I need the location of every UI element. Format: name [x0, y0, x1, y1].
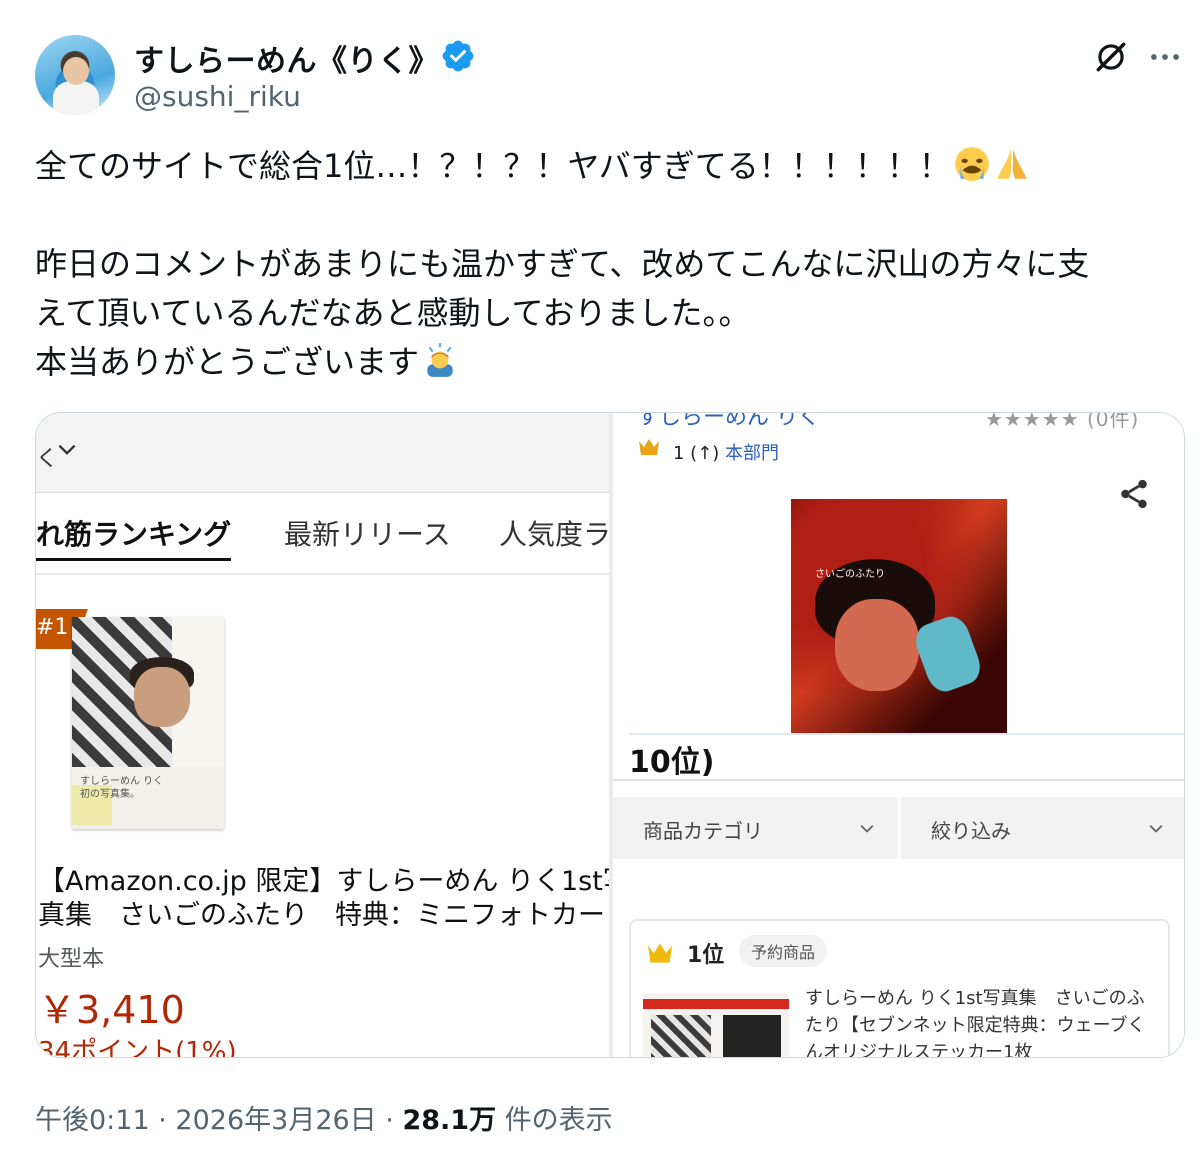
- rank-heading: 10位): [629, 733, 1184, 780]
- tab-bestsellers[interactable]: れ筋ランキング: [36, 513, 232, 561]
- chevron-down-icon: [860, 825, 874, 833]
- book-cover-image[interactable]: さいごのふたり: [791, 499, 1007, 733]
- preorder-badge: 予約商品: [739, 935, 828, 967]
- views-count: 28.1万: [402, 1105, 497, 1136]
- rank-badge-text: #1: [36, 615, 69, 640]
- media-image-amazon[interactable]: く れ筋ランキング 最新リリース 人気度ラ #1 すしらーめん りく 初の写真集…: [36, 413, 609, 1058]
- tweet: すしらーめん《りく》 @sushi_riku 全てのサイトで総合1位…！？！？！…: [0, 0, 1200, 1154]
- thumbnail-book-1: [651, 1015, 711, 1057]
- handle[interactable]: @sushi_riku: [134, 80, 301, 113]
- avatar-body-shape: [53, 81, 99, 115]
- bowing-person-emoji: [427, 343, 453, 377]
- amazon-top-bar: く: [36, 413, 609, 493]
- rank-line: 1 (↑) 本部門: [673, 439, 779, 465]
- views-label: 件の表示: [504, 1105, 613, 1136]
- post-date[interactable]: 2026年3月26日: [175, 1105, 376, 1136]
- top-fragment-text: すしらーめん りく: [637, 413, 820, 430]
- tab-new-releases[interactable]: 最新リリース: [284, 513, 451, 553]
- folded-hands-emoji: [996, 149, 1027, 179]
- item-rank: 1位: [687, 943, 725, 968]
- cover-text: すしらーめん りく 初の写真集。: [80, 776, 164, 800]
- divider: [36, 573, 609, 575]
- thumbnail-banner: [643, 999, 789, 1009]
- rank-line-link[interactable]: 本部門: [725, 443, 779, 464]
- product-title-line-2: 真集 さいごのふたり 特典：ミニフォトカード付: [38, 900, 609, 931]
- media-image-7net[interactable]: すしらーめん りく ★★★★★ (0件) 1 (↑) 本部門 さいごのふたり 1…: [613, 413, 1184, 1057]
- cover-face-shape: [835, 599, 919, 691]
- tweet-line-4-text: 本当ありがとうございます: [35, 343, 420, 381]
- crown-icon: [639, 439, 659, 455]
- refine-filter-dropdown[interactable]: 絞り込み: [901, 797, 1184, 859]
- cover-title: さいごのふたり: [815, 569, 885, 580]
- product-price: ￥3,410: [38, 988, 185, 1032]
- ranking-item-card[interactable]: 1位 予約商品 すしらーめん りく1st写真集 さいごのふたり【セブンネット限定…: [629, 919, 1170, 1057]
- tweet-line-4: 本当ありがとうございます: [35, 338, 1180, 387]
- separator: ·: [385, 1105, 394, 1136]
- tweet-line-1: 全てのサイトで総合1位…！？！？！ヤバすぎてる！！！！！！: [35, 142, 1180, 191]
- cover-photo: [72, 617, 224, 767]
- tweet-line-2: 昨日のコメントがあまりにも温かすぎて、改めてこんなに沢山の方々に支: [35, 245, 1090, 283]
- avatar-face-shape: [63, 57, 89, 85]
- category-filter-label: 商品カテゴリ: [643, 819, 763, 843]
- crying-face-emoji: [954, 147, 989, 181]
- tab-popularity[interactable]: 人気度ラ: [499, 513, 609, 553]
- post-time[interactable]: 午後0:11: [35, 1105, 150, 1136]
- chevron-down-icon: [58, 444, 76, 455]
- divider: [613, 779, 1184, 781]
- refine-filter-label: 絞り込み: [931, 819, 1011, 843]
- item-thumbnail[interactable]: [643, 993, 789, 1057]
- tweet-line-1-text: 全てのサイトで総合1位…！？！？！ヤバすぎてる！！！！！！: [35, 147, 951, 185]
- cover-head-shape: [134, 667, 190, 727]
- thumbnail-book-2: [723, 1015, 781, 1057]
- product-format: 大型本: [38, 947, 105, 972]
- tweet-meta: 午後0:11 · 2026年3月26日 · 28.1万 件の表示: [35, 1098, 613, 1137]
- crown-icon: [648, 943, 672, 963]
- product-title-line-1: 【Amazon.co.jp 限定】すしらーめん りく1st写: [38, 866, 609, 897]
- media-card[interactable]: く れ筋ランキング 最新リリース 人気度ラ #1 すしらーめん りく 初の写真集…: [35, 412, 1185, 1058]
- tweet-line-3: えて頂いているんだなあと感動しておりました。。: [35, 294, 751, 332]
- more-dots-icon[interactable]: [1146, 38, 1184, 76]
- product-title[interactable]: 【Amazon.co.jp 限定】すしらーめん りく1st写 真集 さいごのふた…: [38, 865, 609, 933]
- category-filter-dropdown[interactable]: 商品カテゴリ: [613, 797, 897, 859]
- avatar[interactable]: [35, 35, 115, 115]
- verified-badge-icon: [442, 40, 474, 72]
- grok-icon[interactable]: [1092, 38, 1130, 76]
- tweet-text: 全てのサイトで総合1位…！？！？！ヤバすぎてる！！！！！！ 昨日のコメントがあま…: [35, 142, 1180, 387]
- display-name[interactable]: すしらーめん《りく》: [134, 36, 439, 80]
- amazon-tabs: れ筋ランキング 最新リリース 人気度ラ: [36, 495, 609, 565]
- item-description[interactable]: すしらーめん りく1st写真集 さいごのふたり【セブンネット限定特典：ウェーブく…: [805, 985, 1155, 1057]
- share-icon[interactable]: [1117, 477, 1151, 511]
- rating-stars: ★★★★★ (0件): [985, 413, 1140, 431]
- rank-line-number: 1 (↑): [673, 443, 720, 464]
- chevron-down-icon: [1149, 825, 1163, 833]
- separator: ·: [158, 1105, 167, 1136]
- book-cover-image[interactable]: すしらーめん りく 初の写真集。: [72, 617, 224, 829]
- product-points: 34ポイント(1%): [38, 1037, 237, 1058]
